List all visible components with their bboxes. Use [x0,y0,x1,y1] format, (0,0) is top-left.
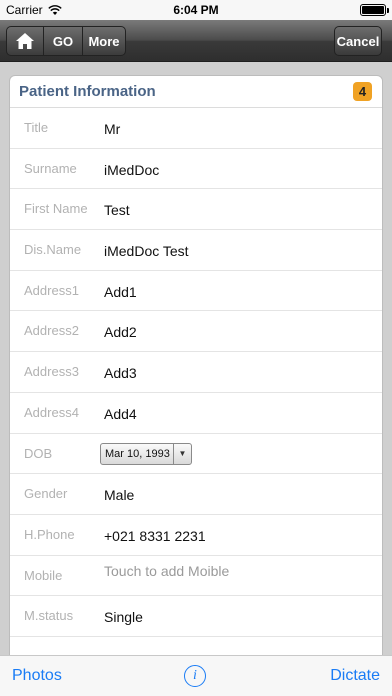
photos-button[interactable]: Photos [12,667,62,685]
field-row-address3[interactable]: Address3 Add3 [10,352,382,393]
field-label: Title [24,120,49,135]
more-button[interactable]: More [82,26,126,56]
clock: 6:04 PM [173,3,219,17]
field-row-address4[interactable]: Address4 Add4 [10,393,382,434]
field-row-dob: DOB Mar 10, 1993 ▼ [10,434,382,475]
field-label: DOB [24,445,53,461]
field-label: Dis.Name [24,242,82,258]
home-icon [16,33,34,49]
field-label: Mobile [24,567,63,583]
go-button[interactable]: GO [43,26,83,56]
field-row-address1[interactable]: Address1 Add1 [10,271,382,312]
home-phone-value[interactable]: +021 8331 2231 [104,528,206,544]
title-value[interactable]: Mr [104,121,120,137]
panel-header: Patient Information 4 [10,76,382,108]
breadcrumb: GO More [6,26,126,56]
field-row-gender[interactable]: Gender Male [10,474,382,515]
navigation-bar: GO More Cancel [0,20,392,62]
battery-icon [360,4,389,16]
field-label: Address4 [24,404,79,420]
field-label: Address3 [24,364,79,380]
field-label: M.status [24,608,74,624]
dropdown-arrow-icon: ▼ [173,443,191,464]
dob-picker[interactable]: Mar 10, 1993 ▼ [100,442,192,465]
first-name-value[interactable]: Test [104,202,130,218]
address4-value[interactable]: Add4 [104,406,137,422]
dob-value: Mar 10, 1993 [105,447,170,460]
display-name-value[interactable]: iMedDoc Test [104,243,189,259]
address3-value[interactable]: Add3 [104,365,137,381]
field-row-display-name[interactable]: Dis.Name iMedDoc Test [10,230,382,271]
field-row-home-phone[interactable]: H.Phone +021 8331 2231 [10,515,382,556]
address1-value[interactable]: Add1 [104,284,137,300]
cancel-button[interactable]: Cancel [334,26,382,56]
patient-info-panel: Patient Information 4 Title Mr Surname i… [9,75,383,665]
mobile-input[interactable]: Touch to add Moible [104,563,229,579]
count-badge: 4 [353,82,372,101]
field-row-marital-status[interactable]: M.status Single [10,596,382,637]
field-label: Address2 [24,323,79,339]
field-label: First Name [24,201,88,217]
dictate-button[interactable]: Dictate [330,667,380,685]
address2-value[interactable]: Add2 [104,324,137,340]
status-bar: Carrier 6:04 PM [0,0,392,20]
field-row-address2[interactable]: Address2 Add2 [10,311,382,353]
field-row-surname[interactable]: Surname iMedDoc [10,149,382,190]
field-row-title[interactable]: Title Mr [10,108,382,149]
home-button[interactable] [6,26,44,56]
field-row-first-name[interactable]: First Name Test [10,189,382,231]
gender-value[interactable]: Male [104,487,134,503]
bottom-toolbar: Photos i Dictate [0,655,392,696]
field-label: Address1 [24,282,79,298]
info-icon[interactable]: i [184,665,206,687]
field-label: Surname [24,160,77,176]
marital-status-value[interactable]: Single [104,609,143,625]
field-label: H.Phone [24,526,75,542]
panel-title: Patient Information [19,83,156,100]
field-label: Gender [24,486,68,502]
surname-value[interactable]: iMedDoc [104,162,159,178]
field-row-mobile[interactable]: Mobile Touch to add Moible [10,556,382,597]
